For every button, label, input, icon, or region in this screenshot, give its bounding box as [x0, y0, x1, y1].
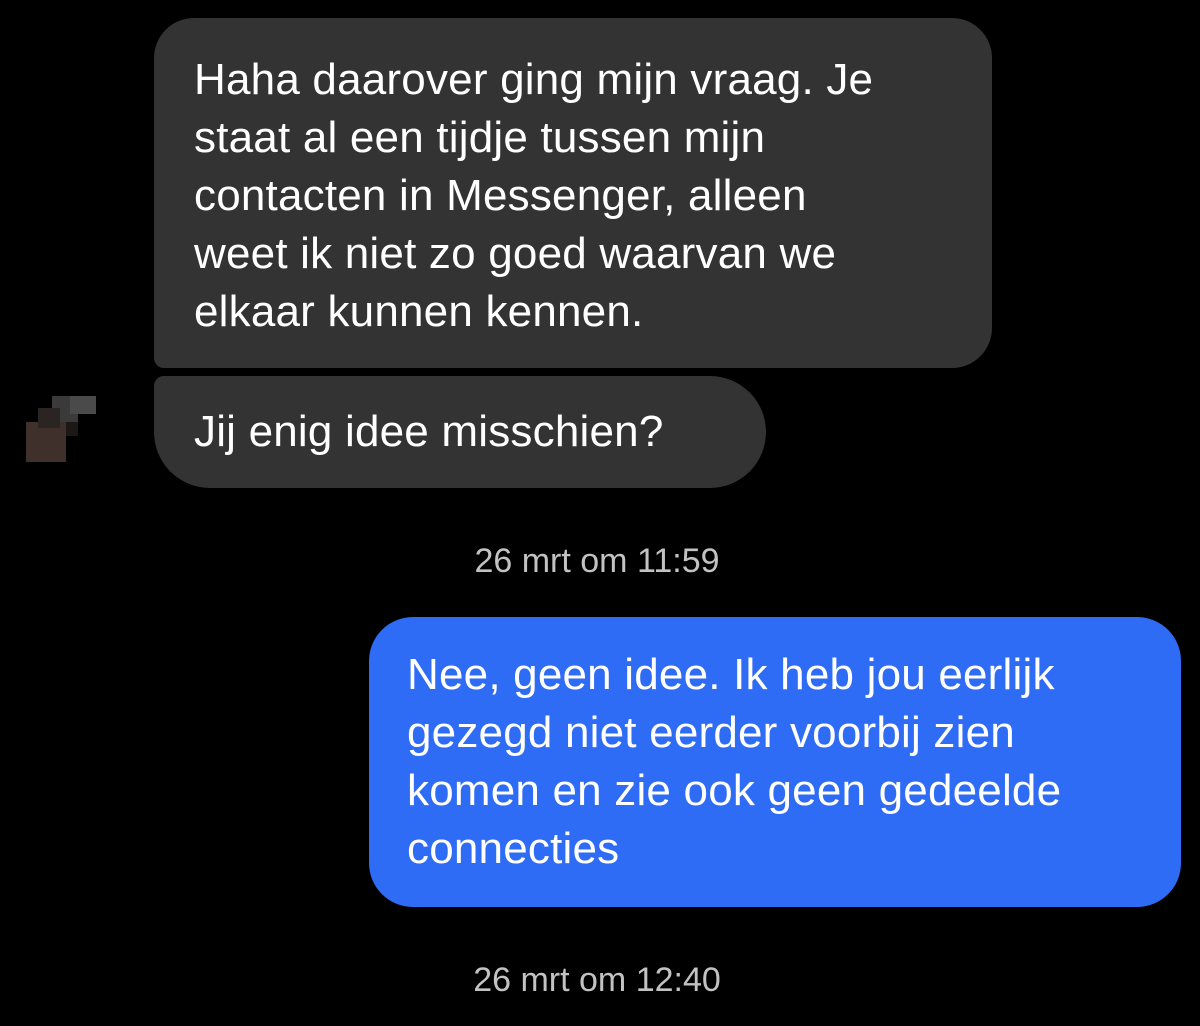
message-text-line: staat al een tijdje tussen mijn: [194, 113, 766, 162]
outgoing-message-bubble[interactable]: Nee, geen idee. Ik heb jou eerlijk gezeg…: [369, 617, 1181, 907]
message-timestamp: 26 mrt om 11:59: [474, 542, 720, 580]
censored-avatar-icon: [26, 396, 96, 462]
message-text-line: Jij enig idee misschien?: [194, 407, 664, 456]
message-text-line: komen en zie ook geen gedeelde: [407, 766, 1062, 815]
incoming-message-bubble[interactable]: Jij enig idee misschien?: [154, 376, 766, 488]
message-text-line: Nee, geen idee. Ik heb jou eerlijk: [407, 650, 1055, 699]
incoming-message-bubble[interactable]: Haha daarover ging mijn vraag. Je staat …: [154, 18, 992, 368]
message-timestamp: 26 mrt om 12:40: [473, 961, 721, 999]
message-text-line: elkaar kunnen kennen.: [194, 287, 644, 336]
message-text-line: contacten in Messenger, alleen: [194, 171, 807, 220]
message-text-line: gezegd niet eerder voorbij zien: [407, 708, 1015, 757]
message-text-line: Haha daarover ging mijn vraag. Je: [194, 55, 874, 104]
message-text-line: connecties: [407, 824, 620, 873]
sender-avatar[interactable]: [26, 396, 100, 462]
message-text-line: weet ik niet zo goed waarvan we: [194, 229, 837, 278]
